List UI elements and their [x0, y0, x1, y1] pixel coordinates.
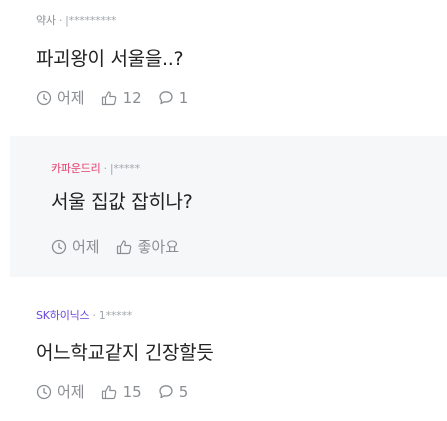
- time-stat: 어제: [36, 90, 85, 106]
- comment-count: 1: [178, 88, 189, 107]
- post-card[interactable]: SK하이닉스 · 1***** 어느학교같지 긴장할듯 어제 15 5: [0, 277, 447, 421]
- like-stat[interactable]: 좋아요: [116, 239, 179, 255]
- clock-icon: [36, 384, 52, 400]
- like-stat[interactable]: 12: [101, 90, 142, 106]
- speech-bubble-icon: [159, 91, 173, 105]
- post-title[interactable]: 어느학교같지 긴장할듯: [36, 338, 214, 365]
- like-stat[interactable]: 15: [101, 384, 142, 400]
- comment-count: 5: [178, 382, 189, 401]
- user-id: |*****: [109, 162, 140, 175]
- thumbs-up-icon: [116, 240, 131, 255]
- post-time: 어제: [57, 88, 85, 107]
- clock-icon: [51, 239, 67, 255]
- post-author: SK하이닉스 · 1*****: [36, 309, 133, 322]
- user-id: |*********: [65, 14, 117, 27]
- clock-icon: [36, 90, 52, 106]
- like-label: 좋아요: [137, 237, 180, 256]
- post-feed: 약사 · |********* 파괴왕이 서울을..? 어제 12 1 카파운드리 ·…: [0, 0, 447, 421]
- post-card[interactable]: 약사 · |********* 파괴왕이 서울을..? 어제 12 1: [0, 0, 447, 136]
- comment-stat[interactable]: 1: [158, 88, 189, 107]
- company-name: SK하이닉스: [36, 309, 90, 322]
- comment-stat[interactable]: 5: [158, 382, 189, 401]
- post-stats: 어제 12 1: [36, 90, 204, 106]
- post-title[interactable]: 서울 집값 잡히나?: [51, 187, 193, 214]
- time-stat: 어제: [51, 239, 100, 255]
- thumbs-up-icon: [101, 91, 116, 106]
- post-card[interactable]: 카파운드리 · |***** 서울 집값 잡히나? 어제 좋아요: [10, 136, 447, 277]
- post-author: 카파운드리 · |*****: [51, 162, 140, 175]
- post-author: 약사 · |*********: [36, 14, 117, 27]
- post-stats: 어제 15 5: [36, 384, 204, 400]
- company-name: 약사: [36, 14, 56, 27]
- time-stat: 어제: [36, 384, 85, 400]
- thumbs-up-icon: [101, 385, 116, 400]
- speech-bubble-icon: [159, 385, 173, 399]
- post-stats: 어제 좋아요: [51, 239, 195, 255]
- post-time: 어제: [72, 237, 100, 256]
- post-title[interactable]: 파괴왕이 서울을..?: [36, 44, 184, 71]
- user-id: 1*****: [98, 309, 133, 322]
- company-name: 카파운드리: [51, 162, 101, 175]
- like-count: 12: [122, 88, 142, 107]
- post-time: 어제: [57, 382, 85, 401]
- like-count: 15: [122, 382, 142, 401]
